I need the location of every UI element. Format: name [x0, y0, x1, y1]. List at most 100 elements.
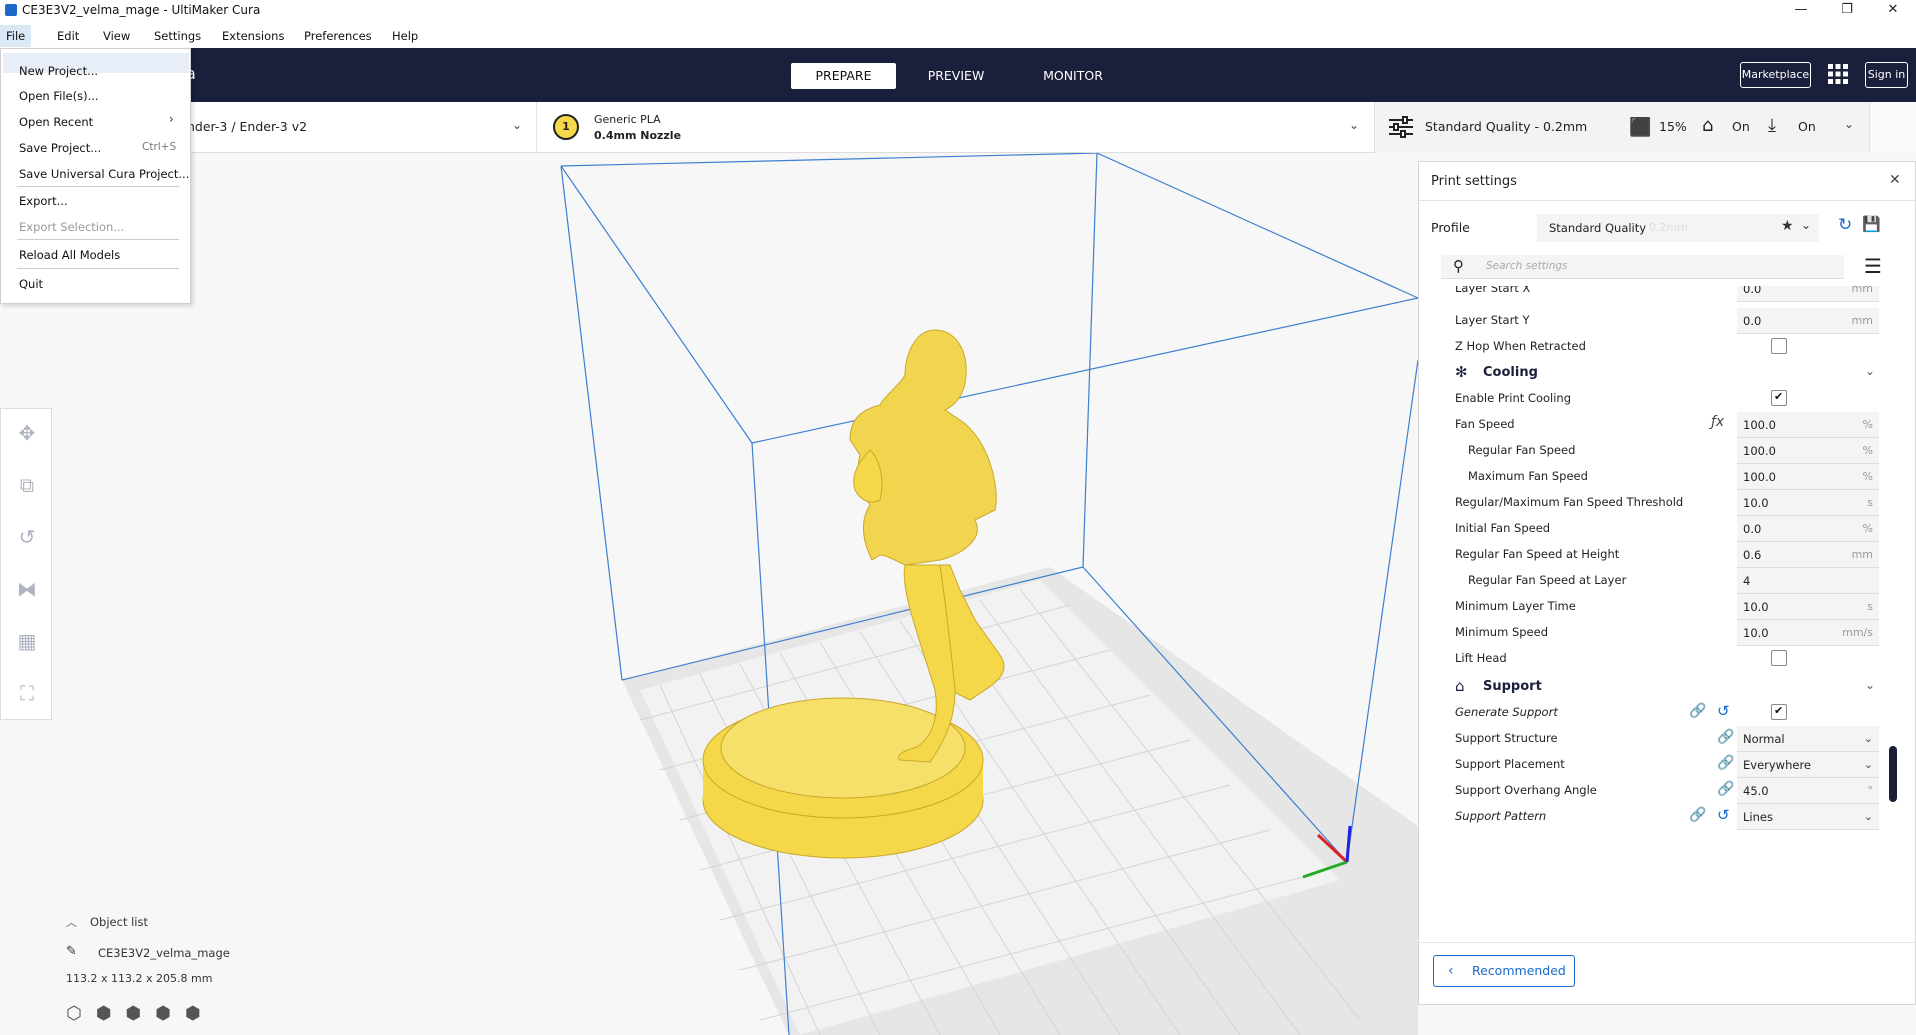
menu-item-open-recent[interactable]: Open Recent — [19, 115, 93, 129]
settings-scroll-area[interactable]: Layer Start X 0.0 mm Layer Start Y 0.0 mm … — [1419, 286, 1897, 946]
scrollbar-thumb[interactable] — [1889, 746, 1897, 802]
menu-settings[interactable]: Settings — [154, 29, 201, 43]
reset-icon[interactable]: ↺ — [1717, 702, 1730, 720]
apps-grid-icon[interactable] — [1828, 64, 1848, 84]
save-profile-icon[interactable]: 💾 — [1862, 215, 1881, 233]
hamburger-menu-icon[interactable]: ☰ — [1864, 254, 1882, 278]
move-tool-icon[interactable]: ✥ — [15, 421, 39, 445]
support-icon: ⌂ — [1702, 115, 1714, 136]
lift-head-checkbox[interactable] — [1771, 650, 1787, 666]
fan-at-height-input[interactable]: 0.6 mm — [1737, 542, 1879, 568]
quality-label: Standard Quality - 0.2mm — [1425, 119, 1588, 134]
reset-profile-icon[interactable]: ↻ — [1838, 215, 1852, 235]
rotate-tool-icon[interactable]: ↺ — [15, 525, 39, 549]
menu-item-save-project[interactable]: Save Project... — [19, 141, 101, 155]
menu-extensions[interactable]: Extensions — [222, 29, 284, 43]
layer-start-x-input[interactable]: 0.0 mm — [1737, 286, 1879, 302]
material-selector[interactable]: 1 Generic PLA 0.4mm Nozzle ⌄ — [537, 102, 1375, 153]
mirror-tool-icon[interactable]: ⧓ — [15, 577, 39, 601]
setting-row-z-hop: Z Hop When Retracted — [1455, 332, 1875, 360]
object-list-title[interactable]: Object list — [90, 915, 148, 929]
link-icon[interactable]: 🔗 — [1689, 807, 1706, 823]
setting-row-max-fan-speed: Maximum Fan Speed 100.0% — [1455, 462, 1879, 490]
close-window-button[interactable]: ✕ — [1870, 0, 1916, 22]
scale-tool-icon[interactable]: ⧉ — [15, 473, 39, 497]
tab-monitor[interactable]: MONITOR — [1030, 63, 1116, 89]
menu-item-export[interactable]: Export... — [19, 194, 68, 208]
infill-value: 15% — [1659, 119, 1687, 134]
fan-at-layer-input[interactable]: 4 — [1737, 568, 1879, 594]
z-hop-checkbox[interactable] — [1771, 338, 1787, 354]
marketplace-button[interactable]: Marketplace — [1740, 62, 1811, 88]
search-settings-field[interactable]: ⚲ Search settings — [1441, 255, 1844, 279]
chevron-down-icon: ⌄ — [1863, 810, 1873, 823]
overhang-angle-input[interactable]: 45.0 ° — [1737, 778, 1879, 804]
stage-header: a PREPARE PREVIEW MONITOR Marketplace Si… — [0, 48, 1916, 102]
profile-suffix: 0.2mm — [1649, 221, 1688, 234]
link-icon[interactable]: 🔗 — [1689, 703, 1706, 719]
chevron-down-icon: ⌄ — [512, 118, 523, 132]
close-icon[interactable]: ✕ — [1889, 172, 1901, 188]
support-blocker-icon[interactable]: ⛶ — [15, 681, 39, 705]
printer-toolbar: nder-3 / Ender-3 v2 ⌄ 1 Generic PLA 0.4m… — [0, 102, 1870, 153]
menu-item-new-project[interactable]: New Project... — [19, 64, 98, 78]
menu-help[interactable]: Help — [392, 29, 418, 43]
menu-separator — [17, 268, 179, 269]
setting-row-enable-cooling: Enable Print Cooling — [1455, 384, 1875, 412]
recommended-button[interactable]: ‹ Recommended — [1433, 955, 1575, 987]
support-value: On — [1732, 119, 1750, 134]
tab-preview[interactable]: PREVIEW — [912, 63, 1000, 89]
fan-icon: ✻ — [1455, 363, 1468, 381]
menu-item-save-universal[interactable]: Save Universal Cura Project... — [19, 167, 189, 181]
fan-threshold-input[interactable]: 10.0 s — [1737, 490, 1879, 516]
menu-file[interactable]: File — [0, 25, 32, 47]
min-layer-time-input[interactable]: 10.0 s — [1737, 594, 1879, 620]
initial-fan-speed-input[interactable]: 0.0% — [1737, 516, 1879, 542]
link-icon[interactable]: 🔗 — [1717, 781, 1734, 797]
link-icon[interactable]: 🔗 — [1717, 755, 1734, 771]
max-fan-speed-input[interactable]: 100.0% — [1737, 464, 1879, 490]
menu-item-open-files[interactable]: Open File(s)... — [19, 89, 99, 103]
setting-row-generate-support: Generate Support 🔗 ↺ — [1455, 698, 1875, 726]
maximize-button[interactable]: ❐ — [1824, 0, 1870, 22]
menu-preferences[interactable]: Preferences — [304, 29, 372, 43]
setting-row-fan-threshold: Regular/Maximum Fan Speed Threshold 10.0… — [1455, 488, 1879, 516]
support-category-icon: ⌂ — [1455, 677, 1465, 695]
profile-label: Profile — [1431, 220, 1470, 235]
window-title-bar: CE3E3V2_velma_mage - UltiMaker Cura — ❐ … — [0, 0, 1916, 22]
window-title: CE3E3V2_velma_mage - UltiMaker Cura — [22, 3, 261, 17]
fan-speed-input[interactable]: 100.0% — [1737, 412, 1879, 438]
menu-edit[interactable]: Edit — [57, 29, 79, 43]
min-speed-input[interactable]: 10.0 mm/s — [1737, 620, 1879, 646]
pencil-icon[interactable]: ✎ — [66, 944, 77, 959]
search-icon: ⚲ — [1453, 257, 1464, 275]
chevron-up-icon[interactable]: ︿ — [66, 914, 77, 930]
regular-fan-speed-input[interactable]: 100.0% — [1737, 438, 1879, 464]
setting-row-min-layer-time: Minimum Layer Time 10.0 s — [1455, 592, 1879, 620]
view-orientation-icons[interactable]: ⬡⬢⬢⬢⬢ — [66, 1003, 215, 1024]
menu-view[interactable]: View — [103, 29, 130, 43]
shortcut-label: Ctrl+S — [142, 141, 177, 153]
print-settings-selector[interactable]: Standard Quality - 0.2mm ⬛ 15% ⌂ On ⤓ On… — [1375, 102, 1870, 153]
profile-dropdown[interactable]: Standard Quality 0.2mm ★ ⌄ — [1537, 214, 1819, 242]
reset-icon[interactable]: ↺ — [1717, 806, 1730, 824]
layer-start-y-input[interactable]: 0.0 mm — [1737, 308, 1879, 334]
menu-item-reload-models[interactable]: Reload All Models — [19, 248, 120, 262]
profile-value: Standard Quality — [1549, 221, 1647, 235]
function-icon[interactable]: ƒx — [1711, 414, 1724, 430]
sign-in-button[interactable]: Sign in — [1865, 62, 1908, 88]
support-placement-dropdown[interactable]: Everywhere ⌄ — [1737, 752, 1879, 778]
minimize-button[interactable]: — — [1778, 0, 1824, 22]
star-icon[interactable]: ★ — [1781, 218, 1794, 234]
enable-cooling-checkbox[interactable] — [1771, 390, 1787, 406]
support-pattern-dropdown[interactable]: Lines ⌄ — [1737, 804, 1879, 830]
per-model-settings-icon[interactable]: ▦ — [15, 629, 39, 653]
setting-row-overhang-angle: Support Overhang Angle 🔗 45.0 ° — [1455, 776, 1879, 804]
link-icon[interactable]: 🔗 — [1717, 729, 1734, 745]
menu-item-quit[interactable]: Quit — [19, 277, 43, 291]
tab-prepare[interactable]: PREPARE — [791, 63, 896, 89]
printer-name: nder-3 / Ender-3 v2 — [187, 119, 308, 134]
generate-support-checkbox[interactable] — [1771, 704, 1787, 720]
support-structure-dropdown[interactable]: Normal ⌄ — [1737, 726, 1879, 752]
settings-scrollbar[interactable] — [1889, 286, 1897, 946]
